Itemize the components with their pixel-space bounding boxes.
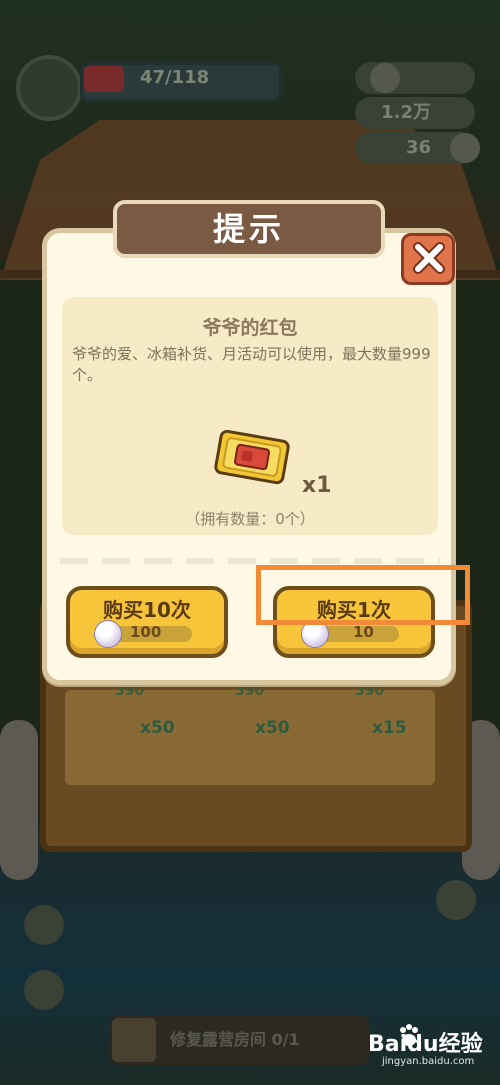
pearl-icon [94, 620, 122, 648]
currency-value: 1.2万 [381, 102, 431, 123]
coupon-icon [214, 429, 290, 485]
left-pillar [0, 720, 38, 880]
item-description: 爷爷的爱、冰箱补货、月活动可以使用，最大数量999个。 [72, 345, 431, 384]
gem-icon [450, 133, 480, 163]
side-menu-icon[interactable] [436, 880, 476, 920]
buy-10-label: 购买10次 [103, 598, 191, 622]
divider [60, 558, 440, 564]
player-avatar[interactable] [16, 55, 82, 121]
buy-1-cost: 10 [353, 623, 374, 641]
item-count: x1 [302, 473, 332, 498]
highlight-box [256, 565, 470, 625]
dialog-title: 提示 [113, 200, 385, 258]
item-name: 爷爷的红包 [202, 317, 298, 339]
shop-price: 390 [355, 683, 385, 699]
book-icon [112, 1018, 156, 1062]
shop-quantity: x15 [372, 718, 407, 738]
shop-quantity: x50 [255, 718, 290, 738]
buy-10-button[interactable]: 购买10次 100 [66, 586, 228, 658]
search-icon[interactable] [24, 905, 64, 945]
close-button[interactable] [401, 233, 455, 285]
shop-quantity: x50 [140, 718, 175, 738]
coin-icon [370, 63, 400, 93]
level-progress-text: 47/118 [140, 67, 210, 88]
watermark-logo: Baidu经验 [368, 1032, 483, 1057]
close-icon [413, 242, 445, 274]
level-progress-fill [84, 66, 124, 92]
pet-icon[interactable] [24, 970, 64, 1010]
owned-quantity: （拥有数量：0个） [185, 510, 315, 528]
watermark-url: jingyan.baidu.com [382, 1056, 475, 1067]
buy-10-cost: 100 [130, 623, 162, 641]
currency-counter: 1.2万 [355, 97, 475, 129]
shop-price: 390 [235, 683, 265, 699]
shop-price: 390 [115, 683, 145, 699]
